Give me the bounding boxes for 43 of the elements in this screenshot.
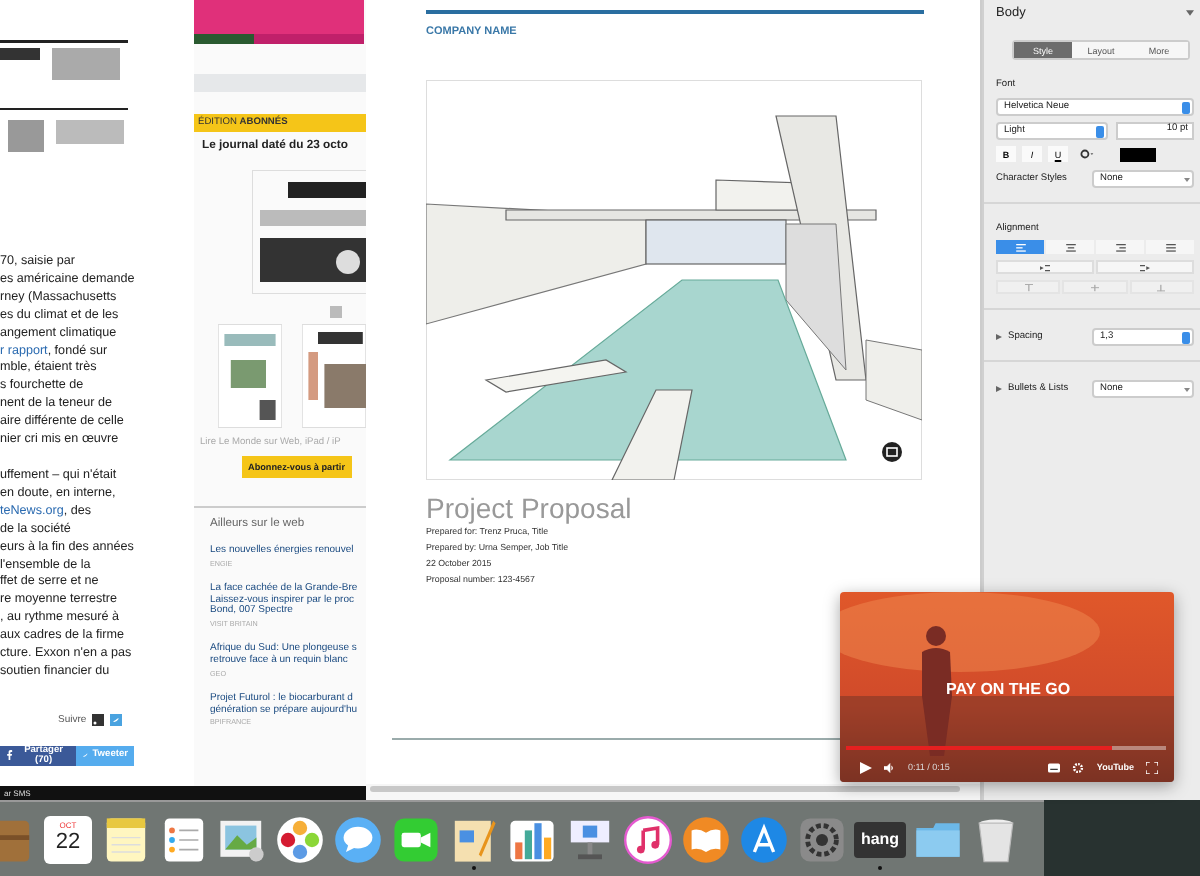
outdent-icon — [1040, 263, 1050, 271]
video-camera-icon[interactable] — [392, 815, 440, 863]
running-indicator — [472, 865, 476, 869]
indent-icon — [1140, 263, 1150, 271]
justify-icon — [1165, 243, 1175, 251]
play-icon[interactable] — [860, 761, 872, 773]
align-top-icon — [1023, 283, 1034, 291]
music-note-icon[interactable] — [624, 815, 672, 863]
disclosure-triangle-icon[interactable] — [996, 334, 1002, 340]
align-middle-icon — [1089, 283, 1100, 291]
scrollbar[interactable] — [370, 786, 960, 792]
fullscreen-icon[interactable] — [1146, 761, 1158, 773]
app-icon[interactable]: hang — [854, 821, 906, 857]
document-title: Project Proposal — [426, 491, 634, 523]
alignment-button[interactable] — [1046, 240, 1094, 254]
f-icon — [6, 750, 14, 761]
volume-icon[interactable] — [884, 761, 896, 773]
align-right-icon — [1115, 243, 1125, 251]
align-bottom-icon — [1156, 283, 1167, 291]
video-caption: PAY ON THE GO — [946, 680, 1071, 698]
book-icon[interactable] — [682, 815, 730, 863]
flower-icon[interactable] — [276, 815, 324, 863]
list-icon[interactable] — [160, 815, 208, 863]
app-store-icon[interactable] — [740, 815, 788, 863]
disclosure-triangle-icon[interactable] — [996, 386, 1002, 392]
pen-icon[interactable] — [450, 815, 498, 863]
bar-chart-icon[interactable] — [508, 815, 556, 863]
running-indicator — [878, 865, 882, 869]
alignment-button[interactable] — [1096, 240, 1144, 254]
color-well[interactable] — [1120, 147, 1156, 161]
captions-icon[interactable] — [1048, 761, 1061, 773]
align-center-icon — [1065, 243, 1075, 251]
notepad-icon[interactable] — [102, 815, 150, 863]
settings-icon[interactable] — [1072, 761, 1085, 773]
gear-icon[interactable] — [1080, 148, 1094, 160]
image-icon[interactable] — [882, 441, 902, 461]
speech-bubble-icon[interactable] — [334, 815, 382, 863]
alignment-button[interactable] — [996, 240, 1044, 254]
photo-icon[interactable] — [218, 815, 266, 863]
podium-icon[interactable] — [566, 815, 614, 863]
align-left-icon — [1015, 243, 1025, 251]
alignment-button[interactable] — [1146, 240, 1194, 254]
caret-icon[interactable] — [1186, 10, 1194, 16]
